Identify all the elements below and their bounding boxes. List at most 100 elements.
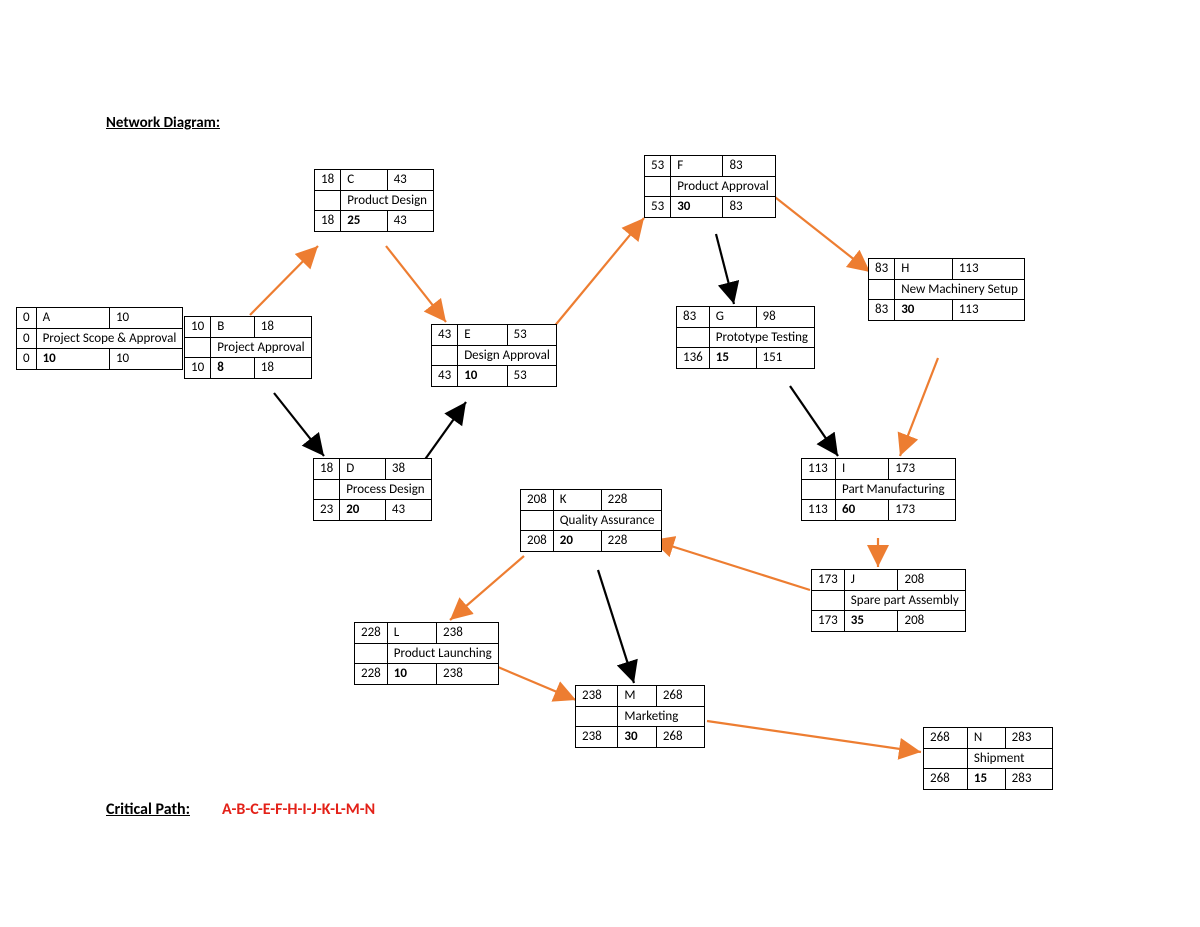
activity-name: Process Design	[340, 479, 431, 500]
ls: 10	[185, 358, 211, 379]
activity-name: Part Manufacturing	[836, 479, 956, 500]
lf: 113	[952, 300, 1024, 321]
activity-name: Design Approval	[458, 345, 557, 366]
activity-node-E: 43E53Design Approval431053	[431, 324, 557, 387]
duration: 15	[709, 348, 756, 369]
es: 83	[677, 307, 710, 328]
lf: 18	[254, 358, 311, 379]
activity-name: Project Approval	[211, 337, 311, 358]
lf: 283	[1005, 769, 1052, 790]
arrow-C-E	[386, 246, 446, 322]
activity-name: Prototype Testing	[709, 327, 814, 348]
ls: 53	[645, 197, 671, 218]
es: 208	[521, 490, 554, 511]
es: 43	[432, 325, 458, 346]
slack	[521, 510, 554, 531]
activity-node-N: 268N283Shipment26815283	[923, 727, 1053, 790]
es: 0	[17, 308, 37, 329]
ef: 268	[656, 686, 704, 707]
ef: 228	[601, 490, 661, 511]
activity-node-M: 238M268Marketing23830268	[575, 685, 705, 748]
es: 113	[802, 459, 836, 480]
es: 83	[869, 259, 895, 280]
slack	[802, 479, 836, 500]
lf: 173	[889, 500, 956, 521]
activity-id: N	[967, 728, 1005, 749]
es: 18	[315, 170, 341, 191]
ls: 208	[521, 531, 554, 552]
ls: 0	[17, 349, 37, 370]
activity-id: H	[895, 259, 953, 280]
critical-path-value: A-B-C-E-F-H-I-J-K-L-M-N	[222, 800, 375, 819]
arrow-M-N	[707, 721, 921, 752]
slack	[924, 748, 968, 769]
ef: 113	[952, 259, 1024, 280]
slack: 0	[17, 328, 37, 349]
duration: 25	[341, 211, 387, 232]
duration: 10	[36, 349, 109, 370]
lf: 208	[898, 611, 965, 632]
lf: 43	[385, 500, 431, 521]
activity-name: Product Approval	[671, 176, 776, 197]
activity-node-G: 83G98Prototype Testing13615151	[676, 306, 815, 369]
ef: 83	[723, 156, 775, 177]
ls: 18	[315, 211, 341, 232]
activity-id: B	[211, 317, 255, 338]
activity-name: Product Launching	[387, 643, 498, 664]
activity-node-A: 0A100Project Scope & Approval01010	[16, 307, 183, 370]
slack	[315, 190, 341, 211]
ls: 23	[314, 500, 340, 521]
duration: 35	[844, 611, 898, 632]
duration: 20	[553, 531, 601, 552]
ef: 208	[898, 570, 965, 591]
duration: 30	[895, 300, 953, 321]
slack	[576, 706, 618, 727]
activity-name: New Machinery Setup	[895, 279, 1025, 300]
ef: 53	[507, 325, 556, 346]
ef: 283	[1005, 728, 1052, 749]
lf: 238	[437, 664, 499, 685]
activity-id: M	[618, 686, 656, 707]
activity-node-I: 113I173Part Manufacturing11360173	[801, 458, 956, 521]
ef: 238	[437, 623, 499, 644]
duration: 10	[458, 366, 507, 387]
activity-name: Quality Assurance	[553, 510, 661, 531]
ef: 18	[254, 317, 311, 338]
arrow-B-C	[250, 246, 318, 315]
lf: 268	[656, 727, 704, 748]
arrow-K-L	[450, 556, 524, 620]
es: 10	[185, 317, 211, 338]
activity-id: K	[553, 490, 601, 511]
ls: 113	[802, 500, 836, 521]
diagram-title: Network Diagram:	[106, 114, 220, 132]
arrow-B-D	[274, 393, 324, 456]
arrow-G-I	[790, 386, 838, 456]
duration: 20	[340, 500, 386, 521]
es: 268	[924, 728, 968, 749]
es: 18	[314, 459, 340, 480]
activity-node-C: 18C43Product Design182543	[314, 169, 434, 232]
duration: 30	[618, 727, 656, 748]
ls: 83	[869, 300, 895, 321]
es: 173	[812, 570, 845, 591]
slack	[314, 479, 340, 500]
duration: 60	[836, 500, 889, 521]
arrow-L-M	[486, 662, 576, 700]
lf: 83	[723, 197, 775, 218]
activity-name: Marketing	[618, 706, 705, 727]
activity-node-L: 228L238Product Launching22810238	[354, 622, 499, 685]
activity-name: Product Design	[341, 190, 434, 211]
activity-node-F: 53F83Product Approval533083	[644, 155, 776, 218]
ef: 43	[387, 170, 433, 191]
lf: 53	[507, 366, 556, 387]
slack	[812, 590, 845, 611]
arrow-J-K	[652, 540, 810, 590]
ef: 38	[385, 459, 431, 480]
arrow-H-I	[900, 358, 938, 456]
duration: 8	[211, 358, 255, 379]
activity-node-K: 208K228Quality Assurance20820228	[520, 489, 662, 552]
es: 228	[355, 623, 388, 644]
ls: 173	[812, 611, 845, 632]
page: Network Diagram: 0A100Project Scope & Ap…	[0, 0, 1200, 927]
ls: 228	[355, 664, 388, 685]
